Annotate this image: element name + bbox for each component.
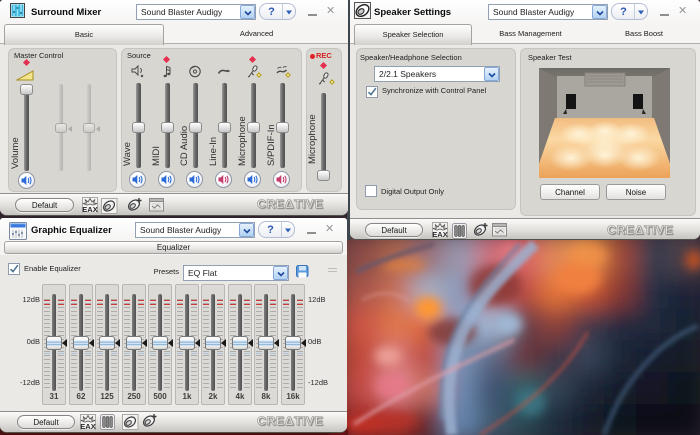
svg-text:EAX: EAX [80,422,95,430]
svg-text:EAX: EAX [82,205,97,213]
svg-text:EAX: EAX [432,230,447,238]
